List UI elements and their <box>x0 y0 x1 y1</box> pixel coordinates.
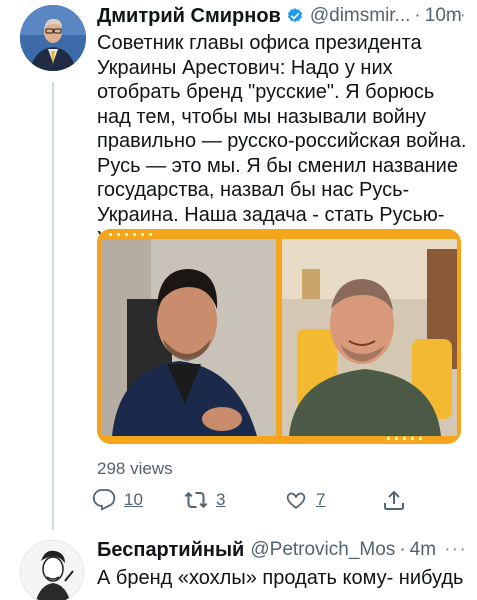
heart-icon <box>286 492 306 509</box>
reply-timestamp[interactable]: 4m <box>410 539 436 561</box>
reply-tweet[interactable]: Беспартийный @Petrovich_Mos · 4m ··· А б… <box>0 530 477 600</box>
author-avatar[interactable] <box>20 5 86 71</box>
reply-bubble-icon <box>92 489 116 511</box>
retweet-icon <box>184 491 208 509</box>
reply-tweet-header: Беспартийный @Petrovich_Mos · 4m <box>97 538 467 562</box>
verified-badge-icon <box>286 7 304 25</box>
share-button[interactable] <box>382 487 414 513</box>
reply-button[interactable]: 10 <box>92 487 143 513</box>
tweet-media-image[interactable] <box>97 229 461 444</box>
separator-dot: · <box>399 539 406 560</box>
view-count: 298 views <box>97 459 173 478</box>
like-button[interactable]: 7 <box>284 487 325 513</box>
share-icon <box>384 490 404 510</box>
reply-author-name[interactable]: Беспартийный <box>97 539 244 562</box>
like-count: 7 <box>316 490 326 509</box>
separator-dot: · <box>414 5 421 26</box>
reply-author-handle[interactable]: @Petrovich_Mos <box>250 539 395 561</box>
more-options-icon[interactable]: ··· <box>444 4 467 27</box>
more-options-icon[interactable]: ··· <box>444 538 467 561</box>
reply-tweet-text: А бренд «хохлы» продать кому- нибудь <box>97 567 464 589</box>
reply-author-avatar[interactable] <box>20 540 84 600</box>
retweet-button[interactable]: 3 <box>184 487 225 513</box>
tweet-header: Дмитрий Смирнов @dimsmir... · 10m <box>97 4 467 28</box>
author-handle[interactable]: @dimsmir... <box>310 5 411 27</box>
tweet-text: Советник главы офиса президента Украины … <box>97 32 467 250</box>
retweet-count: 3 <box>216 490 226 509</box>
reply-count: 10 <box>124 490 143 509</box>
author-name[interactable]: Дмитрий Смирнов <box>97 5 281 28</box>
tweet[interactable]: Дмитрий Смирнов @dimsmir... · 10m ··· Со… <box>0 0 477 525</box>
tweet-action-bar: 10 3 7 <box>92 487 452 513</box>
